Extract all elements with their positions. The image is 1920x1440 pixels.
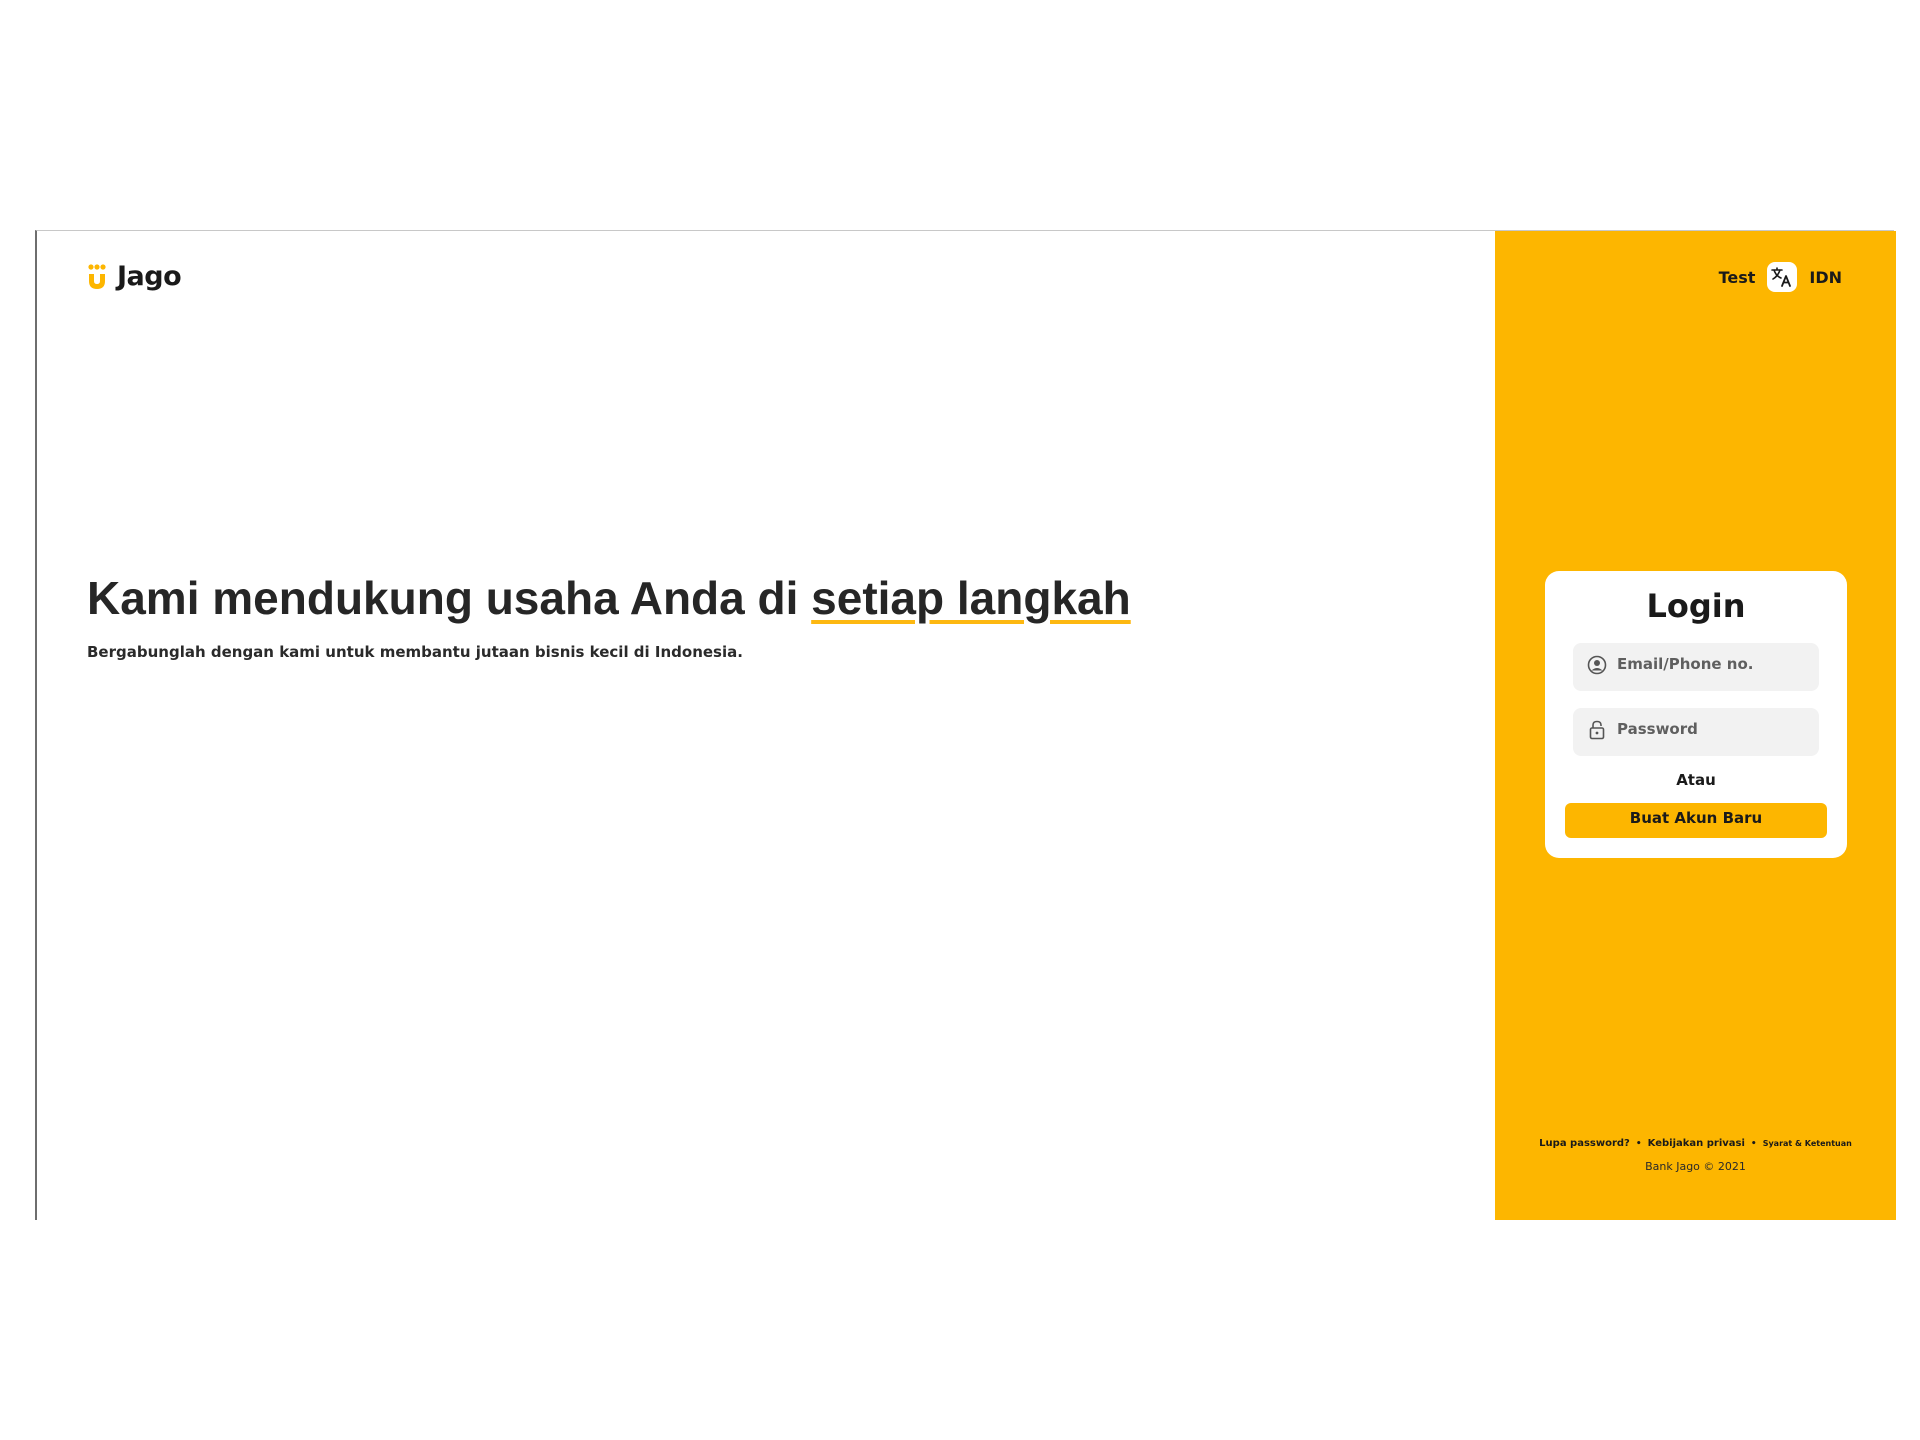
password-input[interactable] xyxy=(1617,720,1807,738)
hero-section: Kami mendukung usaha Anda di setiap lang… xyxy=(87,571,1131,661)
footer-separator: • xyxy=(1635,1138,1642,1149)
copyright-text: Bank Jago © 2021 xyxy=(1645,1160,1746,1173)
hero-title: Kami mendukung usaha Anda di setiap lang… xyxy=(87,571,1131,625)
brand-name: Jago xyxy=(117,261,182,292)
login-card: Login Email/Phone no. Atau Buat Akun Bar… xyxy=(1545,571,1847,858)
terms-link[interactable]: Syarat & Ketentuan xyxy=(1763,1139,1852,1148)
app-window: Jago Kami mendukung usaha Anda di setiap… xyxy=(35,230,1896,1220)
login-title: Login xyxy=(1646,587,1746,625)
email-input[interactable] xyxy=(1617,655,1807,673)
hero-pane: Jago Kami mendukung usaha Anda di setiap… xyxy=(37,231,1495,1220)
create-account-button[interactable]: Buat Akun Baru xyxy=(1565,803,1827,838)
hero-title-highlight: setiap langkah xyxy=(811,572,1131,624)
privacy-policy-link[interactable]: Kebijakan privasi xyxy=(1648,1138,1745,1149)
footer-links: Lupa password? • Kebijakan privasi • Sya… xyxy=(1495,1138,1896,1149)
language-code[interactable]: IDN xyxy=(1809,268,1842,287)
email-field[interactable] xyxy=(1573,643,1819,691)
footer-separator: • xyxy=(1750,1138,1757,1149)
brand-logo[interactable]: Jago xyxy=(87,261,182,292)
lock-icon xyxy=(1587,719,1607,746)
login-pane: Test IDN Login Email/Phone no. Atau Buat… xyxy=(1495,231,1896,1220)
hero-title-text: Kami mendukung usaha Anda di xyxy=(87,572,812,624)
jago-logo-icon xyxy=(87,263,107,291)
translate-icon[interactable] xyxy=(1767,262,1798,292)
user-label: Test xyxy=(1718,267,1756,287)
password-field[interactable] xyxy=(1573,708,1819,756)
hero-subtitle: Bergabunglah dengan kami untuk membantu … xyxy=(87,643,743,661)
forgot-password-link[interactable]: Lupa password? xyxy=(1539,1138,1630,1149)
user-circle-icon xyxy=(1587,655,1607,680)
language-selector[interactable]: Test IDN xyxy=(1719,262,1842,292)
divider-text: Atau xyxy=(1676,771,1716,789)
